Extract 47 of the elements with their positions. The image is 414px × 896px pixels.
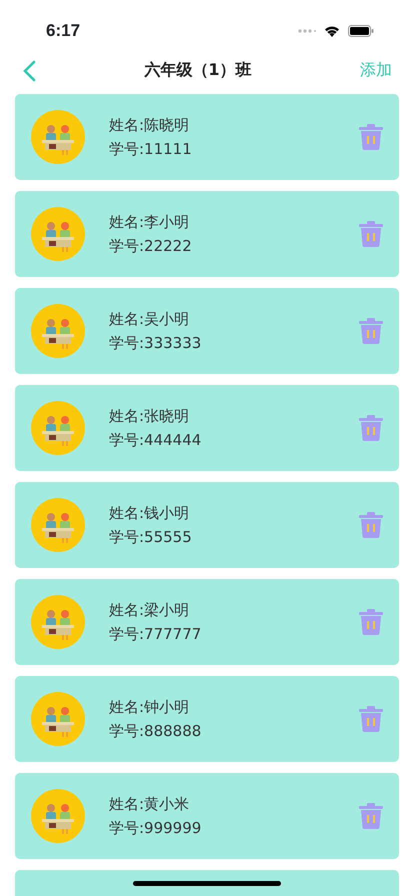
student-card[interactable]: 姓名:梁小明 学号:777777 (15, 579, 399, 665)
student-name: 姓名:钟小明 (109, 697, 190, 718)
student-card[interactable]: 姓名:陈晓明 学号:11111 (15, 94, 399, 180)
page-title: 六年级（1）班 (144, 59, 252, 81)
student-name: 姓名:黄小米 (109, 794, 190, 815)
clock-time: 6:17 (46, 20, 80, 42)
student-number: 学号:444444 (109, 430, 202, 451)
student-number: 学号:55555 (109, 527, 193, 548)
student-name: 姓名:梁小明 (109, 600, 190, 621)
student-card[interactable] (15, 870, 399, 896)
student-card[interactable]: 姓名:黄小米 学号:999999 (15, 773, 399, 859)
student-name: 姓名:吴小明 (109, 309, 190, 330)
trash-icon[interactable] (359, 415, 383, 441)
students-avatar-icon (31, 498, 85, 552)
trash-icon[interactable] (359, 803, 383, 829)
student-card[interactable]: 姓名:吴小明 学号:333333 (15, 288, 399, 374)
back-button[interactable] (22, 58, 36, 82)
trash-icon[interactable] (359, 318, 383, 344)
student-card[interactable]: 姓名:钱小明 学号:55555 (15, 482, 399, 568)
student-card[interactable]: 姓名:张晓明 学号:444444 (15, 385, 399, 471)
trash-icon[interactable] (359, 706, 383, 732)
trash-icon[interactable] (359, 124, 383, 150)
trash-icon[interactable] (359, 221, 383, 247)
students-avatar-icon (31, 789, 85, 843)
signal-icon (298, 29, 316, 33)
trash-icon[interactable] (359, 512, 383, 538)
students-avatar-icon (31, 207, 85, 261)
student-number: 学号:888888 (109, 721, 202, 742)
students-avatar-icon (31, 595, 85, 649)
student-number: 学号:11111 (109, 139, 193, 160)
wifi-icon (324, 25, 340, 37)
student-name: 姓名:张晓明 (109, 406, 190, 427)
student-number: 学号:22222 (109, 236, 193, 257)
students-avatar-icon (31, 692, 85, 746)
student-card[interactable]: 姓名:李小明 学号:22222 (15, 191, 399, 277)
battery-icon (348, 25, 374, 37)
students-avatar-icon (31, 401, 85, 455)
student-number: 学号:999999 (109, 818, 202, 839)
students-avatar-icon (31, 110, 85, 164)
student-name: 姓名:陈晓明 (109, 115, 190, 136)
student-number: 学号:333333 (109, 333, 202, 354)
student-card[interactable]: 姓名:钟小明 学号:888888 (15, 676, 399, 762)
student-number: 学号:777777 (109, 624, 202, 645)
students-avatar-icon (31, 304, 85, 358)
student-name: 姓名:钱小明 (109, 503, 190, 524)
student-name: 姓名:李小明 (109, 212, 190, 233)
trash-icon[interactable] (359, 609, 383, 635)
